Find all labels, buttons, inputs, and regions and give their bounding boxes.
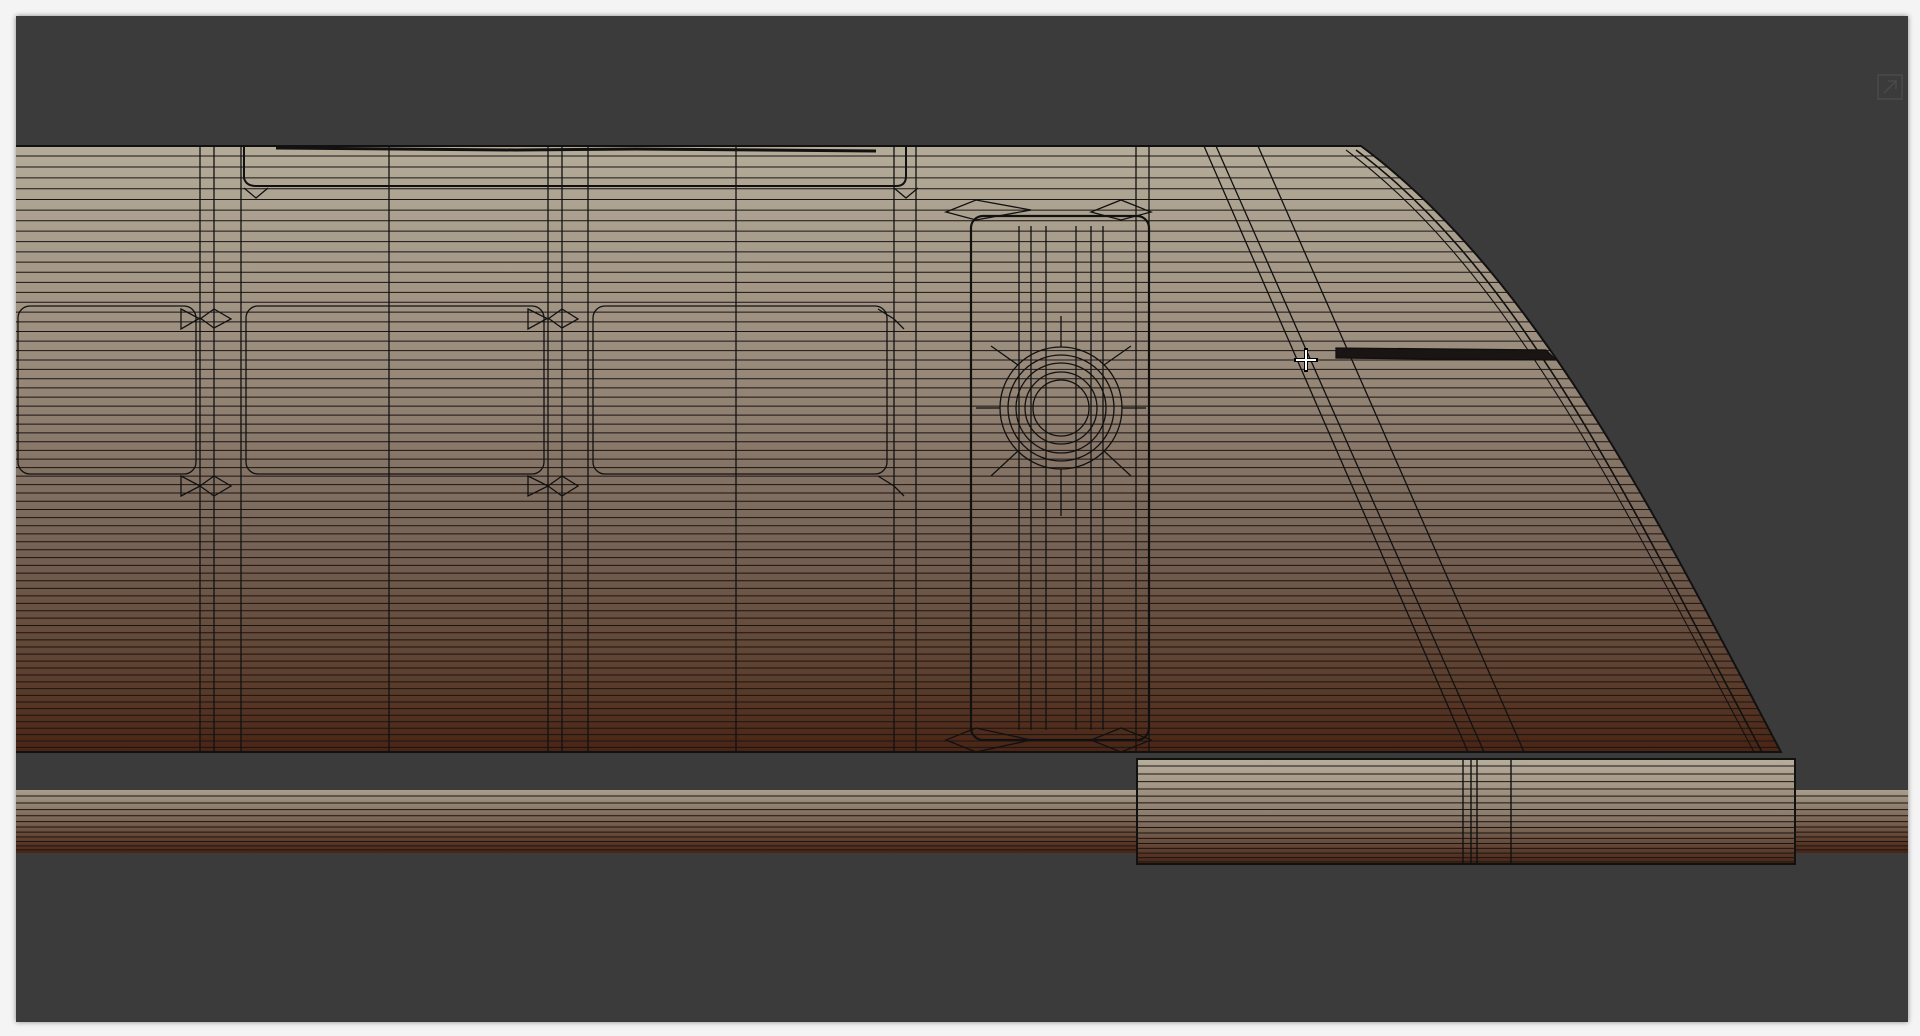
bogie-block [1136, 758, 1796, 865]
maximize-icon [1877, 74, 1903, 100]
car-body [16, 145, 1783, 753]
train-model-wireframe[interactable] [16, 16, 1908, 1022]
viewport-3d[interactable] [16, 16, 1908, 1022]
maximize-button[interactable] [1876, 73, 1904, 101]
